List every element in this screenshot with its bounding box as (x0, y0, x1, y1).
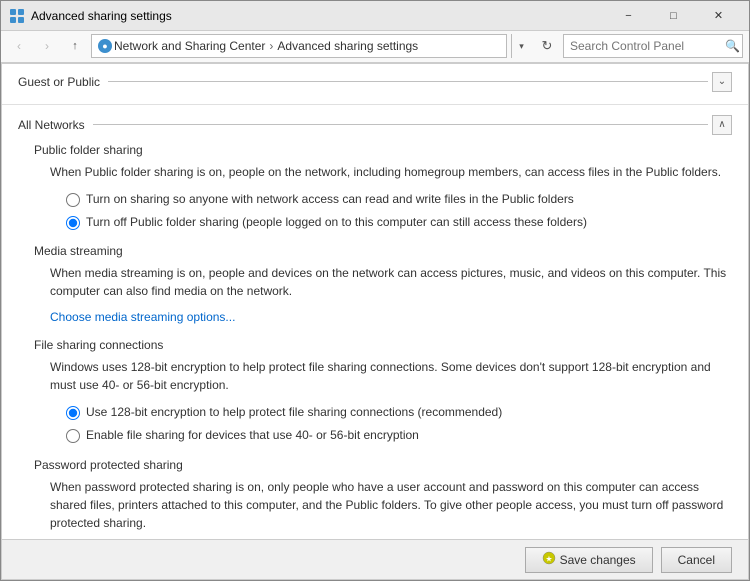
file-sharing-radio-2[interactable] (66, 429, 80, 443)
search-icon[interactable]: 🔍 (725, 39, 740, 53)
media-streaming-subsection: Media streaming When media streaming is … (18, 244, 732, 324)
refresh-button[interactable]: ↻ (535, 34, 559, 58)
media-streaming-description: When media streaming is on, people and d… (50, 264, 732, 300)
guest-public-header: Guest or Public ⌄ (18, 72, 732, 92)
minimize-button[interactable]: − (606, 1, 651, 31)
public-folder-label-1: Turn on sharing so anyone with network a… (86, 191, 574, 208)
save-icon: ★ (542, 551, 556, 568)
bottom-bar: ★ Save changes Cancel (2, 539, 748, 579)
breadcrumb-network[interactable]: Network and Sharing Center (114, 39, 265, 53)
guest-public-title: Guest or Public (18, 75, 100, 89)
file-sharing-option-2: Enable file sharing for devices that use… (66, 427, 732, 444)
public-folder-radio-1[interactable] (66, 193, 80, 207)
address-bar: ‹ › ↑ ● Network and Sharing Center › Adv… (1, 31, 749, 63)
password-protected-description: When password protected sharing is on, o… (50, 478, 732, 532)
guest-public-line (108, 81, 708, 82)
back-button[interactable]: ‹ (7, 34, 31, 58)
password-protected-subtitle: Password protected sharing (34, 458, 732, 472)
content-area: Guest or Public ⌄ All Networks ∧ Public … (2, 64, 748, 539)
window-title: Advanced sharing settings (31, 9, 606, 23)
file-sharing-option-1: Use 128-bit encryption to help protect f… (66, 404, 732, 421)
public-folder-description: When Public folder sharing is on, people… (50, 163, 732, 181)
close-button[interactable]: ✕ (696, 1, 741, 31)
save-button[interactable]: ★ Save changes (525, 547, 653, 573)
public-folder-label-2: Turn off Public folder sharing (people l… (86, 214, 587, 231)
media-streaming-subtitle: Media streaming (34, 244, 732, 258)
svg-text:★: ★ (545, 555, 552, 564)
file-sharing-radio-1[interactable] (66, 406, 80, 420)
all-networks-title: All Networks (18, 118, 85, 132)
all-networks-section: All Networks ∧ Public folder sharing Whe… (2, 105, 748, 539)
clipped-section: Guest or Public ⌄ (2, 64, 748, 105)
file-sharing-label-2: Enable file sharing for devices that use… (86, 427, 419, 444)
cancel-button[interactable]: Cancel (661, 547, 732, 573)
media-streaming-link[interactable]: Choose media streaming options... (50, 310, 732, 324)
all-networks-collapse-btn[interactable]: ∧ (712, 115, 732, 135)
all-networks-header: All Networks ∧ (18, 115, 732, 135)
breadcrumb-dropdown-button[interactable]: ▾ (511, 34, 531, 58)
breadcrumb-sep1: › (269, 39, 273, 53)
public-folder-subtitle: Public folder sharing (34, 143, 732, 157)
search-input[interactable] (570, 39, 725, 53)
up-button[interactable]: ↑ (63, 34, 87, 58)
forward-button[interactable]: › (35, 34, 59, 58)
public-folder-radio-2[interactable] (66, 216, 80, 230)
guest-public-collapse-btn[interactable]: ⌄ (712, 72, 732, 92)
file-sharing-label-1: Use 128-bit encryption to help protect f… (86, 404, 502, 421)
window-controls: − □ ✕ (606, 1, 741, 31)
password-protected-subsection: Password protected sharing When password… (18, 458, 732, 539)
window-icon (9, 8, 25, 24)
breadcrumb-icon: ● (98, 39, 112, 53)
breadcrumb-bar: ● Network and Sharing Center › Advanced … (91, 34, 507, 58)
public-folder-option-1: Turn on sharing so anyone with network a… (66, 191, 732, 208)
file-sharing-description: Windows uses 128-bit encryption to help … (50, 358, 732, 394)
search-box: 🔍 (563, 34, 743, 58)
maximize-button[interactable]: □ (651, 1, 696, 31)
public-folder-subsection: Public folder sharing When Public folder… (18, 143, 732, 231)
public-folder-option-2: Turn off Public folder sharing (people l… (66, 214, 732, 231)
file-sharing-subtitle: File sharing connections (34, 338, 732, 352)
all-networks-line (93, 124, 708, 125)
breadcrumb-advanced: Advanced sharing settings (277, 39, 418, 53)
title-bar: Advanced sharing settings − □ ✕ (1, 1, 749, 31)
main-window: Advanced sharing settings − □ ✕ ‹ › ↑ ● … (0, 0, 750, 581)
file-sharing-subsection: File sharing connections Windows uses 12… (18, 338, 732, 444)
save-label: Save changes (560, 553, 636, 567)
content-window: Guest or Public ⌄ All Networks ∧ Public … (1, 63, 749, 580)
